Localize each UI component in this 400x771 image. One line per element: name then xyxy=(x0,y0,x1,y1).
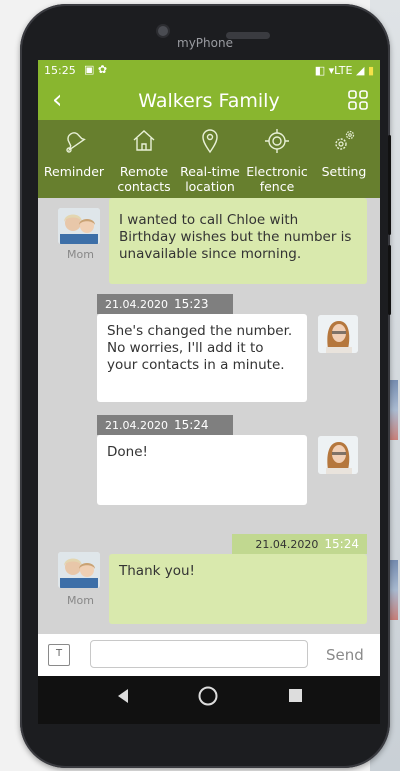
location-pin-icon xyxy=(202,129,218,154)
avatar-mom xyxy=(58,552,100,588)
menu-grid-icon[interactable] xyxy=(348,90,368,110)
toolbar-setting[interactable]: Setting xyxy=(309,120,379,198)
user-photo-icon xyxy=(318,315,358,353)
toolbar-electronic-fence[interactable]: Electronic fence xyxy=(242,120,312,198)
avatar-mom xyxy=(58,208,100,244)
volume-button xyxy=(388,135,391,235)
app-screen: 15:25 ▣ ✿ ◧ ▾LTE ◢ ▮ ‹ Walkers Family Re… xyxy=(38,60,380,724)
status-right: ◧ ▾LTE ◢ ▮ xyxy=(315,64,374,77)
bell-icon xyxy=(66,132,86,153)
sender-name: Mom xyxy=(67,248,94,261)
avatar-self xyxy=(318,436,358,474)
message-date: 21.04.2020 xyxy=(255,538,319,551)
message-bubble: Thank you! xyxy=(109,554,367,624)
family-photo-icon xyxy=(58,552,100,588)
back-triangle-icon[interactable] xyxy=(116,688,130,704)
toolbar-label: fence xyxy=(259,179,295,194)
message-timestamp: 21.04.2020 15:24 xyxy=(232,534,367,554)
toolbar-label: contacts xyxy=(117,179,171,194)
vibrate-icon: ◧ xyxy=(314,64,326,77)
front-camera xyxy=(158,26,168,36)
battery-icon: ▮ xyxy=(367,64,374,77)
status-bar: 15:25 ▣ ✿ ◧ ▾LTE ◢ ▮ xyxy=(38,60,380,82)
family-photo-icon xyxy=(58,208,100,244)
send-button[interactable]: Send xyxy=(326,646,364,664)
toolbar-label: Reminder xyxy=(43,164,105,179)
feature-toolbar: Reminder Remote contacts Real-time locatio… xyxy=(38,120,380,198)
power-button xyxy=(388,245,391,315)
toolbar-label: Electronic xyxy=(246,164,308,179)
user-photo-icon xyxy=(318,436,358,474)
toolbar-label: Remote xyxy=(119,164,169,179)
message-date: 21.04.2020 xyxy=(105,419,168,432)
message-bubble: Done! xyxy=(97,435,307,505)
toolbar-real-time-location[interactable]: Real-time location xyxy=(175,120,245,198)
page-title: Walkers Family xyxy=(138,90,280,112)
message-time: 15:24 xyxy=(173,418,209,432)
toolbar-reminder[interactable]: Reminder xyxy=(39,120,109,198)
notification-icons: ▣ ✿ xyxy=(84,63,108,76)
message-bubble: She's changed the number. No worries, I'… xyxy=(97,314,307,402)
message-time: 15:24 xyxy=(324,537,359,551)
app-header: ‹ Walkers Family xyxy=(38,82,380,120)
message-time: 15:23 xyxy=(173,297,209,311)
device-brand: myPhone xyxy=(177,36,233,50)
sender-name: Mom xyxy=(67,594,94,607)
toolbar-label: Real-time xyxy=(180,164,240,179)
signal-icon: ◢ xyxy=(355,64,365,77)
template-message-icon[interactable]: T xyxy=(48,644,70,666)
android-nav-bar xyxy=(38,676,380,724)
message-bubble: I wanted to call Chloe with Birthday wis… xyxy=(109,198,367,284)
network-type: LTE xyxy=(334,64,353,77)
message-date: 21.04.2020 xyxy=(105,298,168,311)
home-circle-icon[interactable] xyxy=(197,685,219,707)
house-icon xyxy=(133,130,155,151)
message-composer: T Send xyxy=(38,634,380,676)
fence-target-icon xyxy=(265,129,289,153)
recents-square-icon[interactable] xyxy=(288,688,303,703)
status-time: 15:25 xyxy=(44,64,76,77)
avatar-self xyxy=(318,315,358,353)
toolbar-label: Setting xyxy=(321,164,367,179)
chat-area: Mom I wanted to call Chloe with Birthday… xyxy=(38,198,380,634)
gears-icon xyxy=(335,130,355,150)
message-input[interactable] xyxy=(90,640,308,668)
toolbar-label: location xyxy=(185,179,235,194)
message-timestamp: 21.04.2020 15:23 xyxy=(97,294,233,314)
message-timestamp: 21.04.2020 15:24 xyxy=(97,415,233,435)
